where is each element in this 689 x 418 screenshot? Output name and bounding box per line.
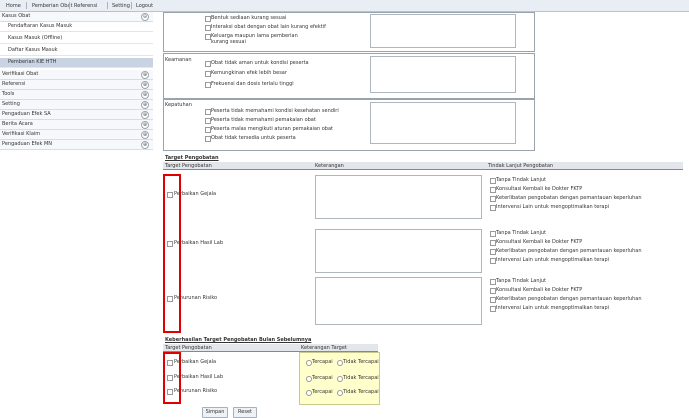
followup-label: Tanpa Tindak Lanjut bbox=[496, 278, 547, 284]
sidebar-group-label: Pengaduan Efek MN bbox=[2, 141, 53, 147]
section-title-achievement: Keberhasilan Target Pengobatan Bulan Seb… bbox=[165, 337, 312, 343]
column-header: Tindak Lanjut Pengobatan bbox=[488, 163, 554, 169]
save-button[interactable]: Simpan bbox=[202, 407, 228, 418]
radio-label: Tidak Tercapai bbox=[343, 359, 379, 365]
followup-label: Konsultasi Kembali ke Dokter FKTP bbox=[496, 186, 583, 192]
followup-label: Tanpa Tindak Lanjut bbox=[496, 177, 547, 183]
sidebar-group-label: Verifikasi Obat bbox=[2, 71, 39, 77]
top-navigation-bar: Home Pemberian Obat Referensi Setting Lo… bbox=[0, 0, 689, 12]
radio-label: Tercapai bbox=[312, 359, 333, 365]
followup-label: Tanpa Tindak Lanjut bbox=[496, 230, 547, 236]
expand-icon[interactable]: ⊕ bbox=[141, 111, 149, 119]
highlight-box bbox=[163, 174, 181, 333]
sidebar-group-label: Pengaduan Efek SA bbox=[2, 111, 51, 117]
note-textarea[interactable] bbox=[370, 102, 516, 144]
column-header: Keterangan Target bbox=[301, 345, 347, 351]
expand-icon[interactable]: ⊕ bbox=[141, 71, 149, 79]
expand-icon[interactable]: ⊕ bbox=[141, 121, 149, 129]
sidebar-item-label: Kasus Masuk (Offline) bbox=[8, 35, 63, 41]
followup-label: Intervensi Lain untuk mengoptimalkan ter… bbox=[496, 204, 610, 210]
radio-label: Tercapai bbox=[312, 375, 333, 381]
column-header: Keterangan bbox=[315, 163, 344, 169]
option-label: Peserta tidak memahami kondisi kesehatan… bbox=[211, 108, 339, 114]
radio-label: Tidak Tercapai bbox=[343, 389, 379, 395]
sidebar-item-label: Pemberian KIE HTH bbox=[8, 59, 57, 65]
sidebar-group-pengaduan-efek-mn[interactable]: Pengaduan Efek MN ⊕ bbox=[0, 140, 153, 150]
followup-label: Intervensi Lain untuk mengoptimalkan ter… bbox=[496, 305, 610, 311]
option-label: Peserta tidak memahami pemakaian obat bbox=[211, 117, 316, 123]
tab-separator bbox=[26, 2, 27, 9]
tab-setting[interactable]: Setting bbox=[112, 2, 130, 10]
sidebar-item-kasus-masuk-offline[interactable]: Kasus Masuk (Offline) bbox=[0, 34, 153, 44]
option-label: Kemungkinan efek lebih besar bbox=[211, 70, 287, 76]
reset-button[interactable]: Reset bbox=[233, 407, 257, 418]
column-header: Target Pengobatan bbox=[165, 163, 212, 169]
option-label: Keluarga maupun lama pemberian kurang se… bbox=[211, 33, 298, 45]
main-content: Bentuk sediaan kurang sesuai Interaksi o… bbox=[155, 12, 689, 418]
expand-icon[interactable]: ⊕ bbox=[141, 141, 149, 149]
followup-label: Konsultasi Kembali ke Dokter FKTP bbox=[496, 239, 583, 245]
sidebar-item-pemberian-kie-hth[interactable]: Pemberian KIE HTH bbox=[0, 58, 153, 68]
note-textarea[interactable] bbox=[370, 14, 516, 48]
sidebar-group-label: Referensi bbox=[2, 81, 26, 87]
target-note-textarea[interactable] bbox=[315, 175, 482, 219]
option-label: Bentuk sediaan kurang sesuai bbox=[211, 15, 287, 21]
tab-referensi[interactable]: Referensi bbox=[74, 2, 97, 10]
sidebar-group-label: Berita Acara bbox=[2, 121, 33, 127]
expand-icon[interactable]: ⊕ bbox=[141, 101, 149, 109]
expand-icon[interactable]: ⊕ bbox=[141, 81, 149, 89]
target-label: Perbaikan Hasil Lab bbox=[174, 240, 224, 246]
option-label: Frekuensi dan dosis terlalu tinggi bbox=[211, 81, 294, 87]
sidebar-item-pendaftaran-kasus-masuk[interactable]: Pendaftaran Kasus Masuk bbox=[0, 22, 153, 32]
column-header: Target Pengobatan bbox=[165, 345, 212, 351]
note-textarea[interactable] bbox=[370, 56, 516, 93]
sidebar-group-verifikasi-obat[interactable]: Verifikasi Obat ⊕ bbox=[0, 70, 153, 80]
sidebar-group-referensi[interactable]: Referensi ⊕ bbox=[0, 80, 153, 90]
tab-pemberian-obat[interactable]: Pemberian Obat bbox=[32, 2, 72, 10]
section-title-target: Target Pengobatan bbox=[165, 155, 219, 161]
target-note-textarea[interactable] bbox=[315, 277, 482, 325]
sidebar-item-label: Pendaftaran Kasus Masuk bbox=[8, 23, 73, 29]
option-label: Obat tidak aman untuk kondisi peserta bbox=[211, 60, 309, 66]
tab-separator bbox=[131, 2, 132, 9]
section-label: Keamanan bbox=[165, 57, 192, 63]
tab-home[interactable]: Home bbox=[6, 2, 21, 10]
followup-label: Keterlibatan pengobatan dengan pemantaua… bbox=[496, 248, 642, 254]
sidebar-group-kasus-obat[interactable]: Kasus Obat ⊖ bbox=[0, 12, 153, 22]
followup-label: Keterlibatan pengobatan dengan pemantaua… bbox=[496, 296, 642, 302]
option-label: Obat tidak tersedia untuk peserta bbox=[211, 135, 296, 141]
sidebar-group-label: Verifikasi Klaim bbox=[2, 131, 41, 137]
target-table-header bbox=[163, 162, 683, 170]
highlight-box bbox=[163, 352, 181, 404]
achievement-label: Perbaikan Hasil Lab bbox=[174, 374, 224, 380]
sidebar-item-daftar-kasus-masuk[interactable]: Daftar Kasus Masuk bbox=[0, 46, 153, 56]
target-note-textarea[interactable] bbox=[315, 229, 482, 273]
sidebar-group-label: Kasus Obat bbox=[2, 13, 31, 19]
radio-label: Tidak Tercapai bbox=[343, 375, 379, 381]
section-label: Kepatuhan bbox=[165, 102, 192, 108]
tab-logout[interactable]: Logout bbox=[136, 2, 153, 10]
tab-separator bbox=[69, 2, 70, 9]
followup-label: Keterlibatan pengobatan dengan pemantaua… bbox=[496, 195, 642, 201]
expand-icon[interactable]: ⊕ bbox=[141, 131, 149, 139]
sidebar-group-setting[interactable]: Setting ⊕ bbox=[0, 100, 153, 110]
option-label: Peserta malas mengikuti aturan pemakaian… bbox=[211, 126, 333, 132]
sidebar-group-pengaduan-efek-sa[interactable]: Pengaduan Efek SA ⊕ bbox=[0, 110, 153, 120]
sidebar-group-label: Tools bbox=[2, 91, 15, 97]
sidebar-group-label: Setting bbox=[2, 101, 20, 107]
radio-label: Tercapai bbox=[312, 389, 333, 395]
sidebar: Kasus Obat ⊖ Pendaftaran Kasus Masuk Kas… bbox=[0, 12, 153, 407]
option-label: Interaksi obat dengan obat lain kurang e… bbox=[211, 24, 326, 30]
sidebar-group-berita-acara[interactable]: Berita Acara ⊕ bbox=[0, 120, 153, 130]
followup-label: Intervensi Lain untuk mengoptimalkan ter… bbox=[496, 257, 610, 263]
sidebar-group-verifikasi-klaim[interactable]: Verifikasi Klaim ⊕ bbox=[0, 130, 153, 140]
followup-label: Konsultasi Kembali ke Dokter FKTP bbox=[496, 287, 583, 293]
sidebar-group-tools[interactable]: Tools ⊕ bbox=[0, 90, 153, 100]
expand-icon[interactable]: ⊕ bbox=[141, 91, 149, 99]
sidebar-item-label: Daftar Kasus Masuk bbox=[8, 47, 58, 53]
tab-separator bbox=[107, 2, 108, 9]
collapse-icon[interactable]: ⊖ bbox=[141, 13, 149, 21]
